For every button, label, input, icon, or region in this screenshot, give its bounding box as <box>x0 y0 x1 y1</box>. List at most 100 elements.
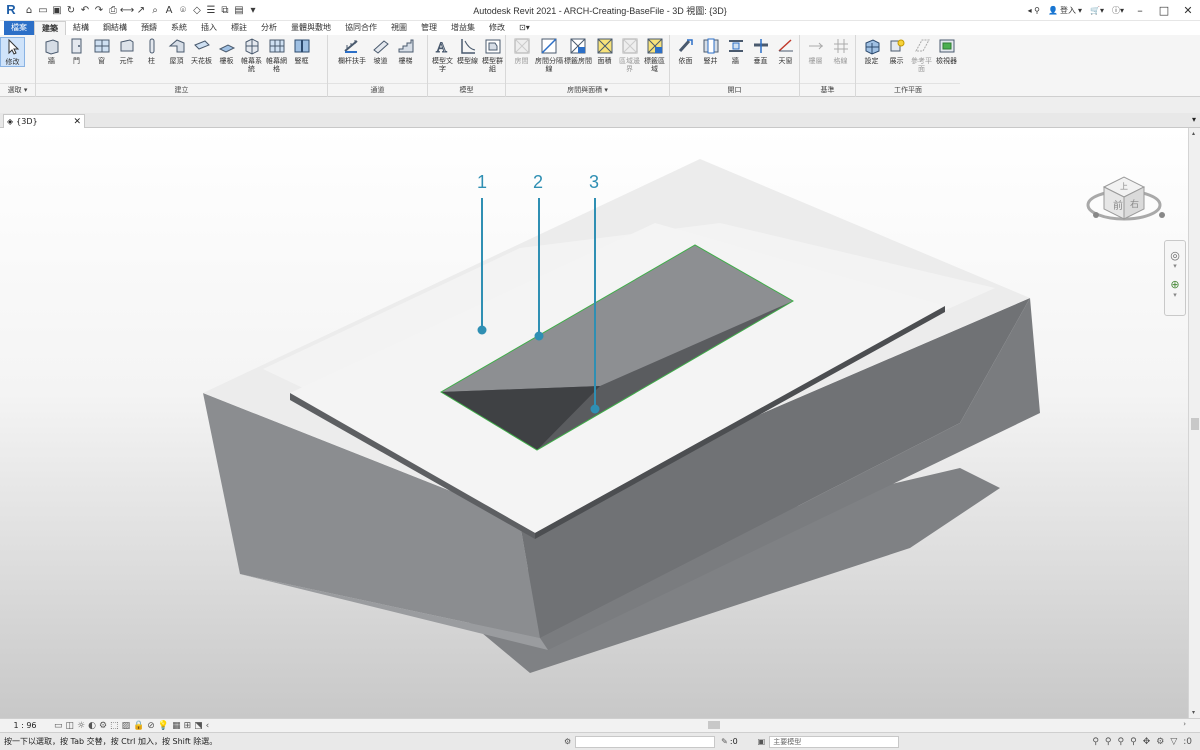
ref-plane-button[interactable]: 參考平面 <box>909 37 934 73</box>
set-button[interactable]: 設定 <box>859 37 884 65</box>
tab-insert[interactable]: 插入 <box>194 21 224 35</box>
crop-view-icon[interactable]: ⬚ <box>110 721 119 731</box>
tab-architecture[interactable]: 建築 <box>34 21 66 35</box>
component-button[interactable]: 元件 <box>114 37 139 65</box>
ceiling-button[interactable]: 天花板 <box>189 37 214 65</box>
drag-elements-icon[interactable]: ✥ <box>1143 737 1151 747</box>
vertical-scroll-thumb[interactable] <box>1191 418 1199 430</box>
worksets-icon[interactable]: ⚙ <box>564 737 571 746</box>
cart-icon[interactable]: 🛒▾ <box>1090 6 1104 15</box>
tab-list-icon[interactable]: ▾ <box>1192 115 1196 124</box>
close-button[interactable]: ✕ <box>1176 0 1200 21</box>
ramp-button[interactable]: 坡道 <box>368 37 393 65</box>
redo-icon[interactable]: ↷ <box>93 4 105 16</box>
temp-hide-icon[interactable]: ⊘ <box>147 721 155 731</box>
ribbon-minimize-toggle[interactable]: ⊡▾ <box>512 21 537 35</box>
section-icon[interactable]: ◇ <box>191 4 203 16</box>
measure-icon[interactable]: ⟷ <box>120 4 134 16</box>
close-tab-icon[interactable]: ✕ <box>73 117 81 127</box>
background-processes-icon[interactable]: ⚙ <box>1156 737 1164 747</box>
detail-level-icon[interactable]: ▭ <box>54 721 63 731</box>
tab-massing-site[interactable]: 量體與敷地 <box>284 21 338 35</box>
scroll-right-icon[interactable]: › <box>1183 720 1186 728</box>
room-button[interactable]: 房間 <box>509 37 534 65</box>
save-icon[interactable]: ▣ <box>51 4 63 16</box>
tab-analyze[interactable]: 分析 <box>254 21 284 35</box>
model-text-button[interactable]: A 模型文字 <box>430 37 455 74</box>
tab-systems[interactable]: 系統 <box>164 21 194 35</box>
search-icon[interactable]: ◂ ⚲ <box>1028 6 1040 15</box>
floor-button[interactable]: 樓板 <box>214 37 239 65</box>
maximize-button[interactable]: □ <box>1152 0 1176 21</box>
door-button[interactable]: 門 <box>64 37 89 65</box>
minimize-button[interactable]: – <box>1128 0 1152 21</box>
select-by-face-icon[interactable]: ⚲ <box>1130 737 1137 747</box>
dormer-button[interactable]: 天窗 <box>773 37 798 65</box>
visual-style-icon[interactable]: ◫ <box>66 721 75 731</box>
vertical-scrollbar[interactable]: ▴ ▾ <box>1188 128 1200 718</box>
viewer-button[interactable]: 檢視器 <box>934 37 959 65</box>
home-icon[interactable]: ⌂ <box>23 4 35 16</box>
editable-only-icon[interactable]: ✎ <box>721 737 728 746</box>
by-face-button[interactable]: 依面 <box>673 37 698 65</box>
rendering-icon[interactable]: ⚙ <box>99 721 107 731</box>
scroll-down-icon[interactable]: ▾ <box>1192 709 1195 716</box>
wall-button[interactable]: 牆 <box>39 37 64 65</box>
tab-file[interactable]: 檔案 <box>4 21 34 35</box>
thin-lines-icon[interactable]: ☰ <box>205 4 217 16</box>
roof-button[interactable]: 屋頂 <box>164 37 189 65</box>
grid-button[interactable]: 格線 <box>828 37 853 65</box>
temp-view-props-icon[interactable]: ▦ <box>172 721 181 731</box>
customize-icon[interactable]: ▾ <box>247 4 259 16</box>
panel-select-title[interactable]: 選取 ▾ <box>0 83 35 95</box>
tab-modify[interactable]: 修改 <box>482 21 512 35</box>
level-button[interactable]: 樓層 <box>803 37 828 65</box>
zoom-chevron-icon[interactable]: ▾ <box>1165 291 1185 299</box>
tab-view[interactable]: 視圖 <box>384 21 414 35</box>
railing-button[interactable]: 欄杆扶手 <box>336 37 368 65</box>
horizontal-scrollbar[interactable]: › <box>258 720 1188 730</box>
3d-view-icon[interactable]: ⌾ <box>177 4 189 16</box>
show-button[interactable]: 展示 <box>884 37 909 65</box>
tab-addins[interactable]: 增益集 <box>444 21 482 35</box>
close-hidden-icon[interactable]: ⧉ <box>219 4 231 16</box>
shadows-icon[interactable]: ◐ <box>88 721 96 731</box>
print-icon[interactable]: ⎙ <box>107 4 119 16</box>
stair-button[interactable]: 樓梯 <box>393 37 418 65</box>
select-underlay-icon[interactable]: ⚲ <box>1105 737 1112 747</box>
revit-logo-icon[interactable]: R <box>4 3 18 17</box>
scroll-up-icon[interactable]: ▴ <box>1192 130 1195 137</box>
help-icon[interactable]: ⓘ▾ <box>1112 5 1124 16</box>
vertical-button[interactable]: 垂直 <box>748 37 773 65</box>
tab-collaborate[interactable]: 協同合作 <box>338 21 384 35</box>
dimension-icon[interactable]: ↗ <box>135 4 147 16</box>
viewcube-icon[interactable]: 前 右 上 <box>1086 159 1172 229</box>
lock-view-icon[interactable]: 🔒 <box>133 721 144 731</box>
tab-precast[interactable]: 預鑄 <box>134 21 164 35</box>
sun-path-icon[interactable]: ☼ <box>77 721 85 731</box>
zoom-icon[interactable]: ⊕ <box>1165 278 1185 291</box>
panel-room-area-title[interactable]: 房間與面積 ▾ <box>506 83 669 95</box>
worksharing-display-icon[interactable]: ⊞ <box>184 721 192 731</box>
design-options-icon[interactable]: ▣ <box>758 737 766 746</box>
show-crop-icon[interactable]: ▨ <box>122 721 131 731</box>
analytical-model-icon[interactable]: ⬔ <box>194 721 203 731</box>
design-option-dropdown[interactable]: 主要模型 <box>769 735 900 748</box>
tab-annotate[interactable]: 標註 <box>224 21 254 35</box>
tag-icon[interactable]: ⌕ <box>149 4 161 16</box>
reveal-hidden-icon[interactable]: 💡 <box>158 721 169 731</box>
3d-viewport[interactable]: 1 2 3 <box>0 128 1188 718</box>
room-separator-button[interactable]: 房間分隔線 <box>534 37 564 73</box>
mullion-button[interactable]: 豎框 <box>289 37 314 65</box>
tag-area-button[interactable]: 標籤區域 <box>642 37 667 73</box>
model-canvas[interactable]: 1 2 3 <box>0 128 1188 718</box>
area-boundary-button[interactable]: 區域邊界 <box>617 37 642 73</box>
select-pinned-icon[interactable]: ⚲ <box>1118 737 1125 747</box>
steering-wheel-chevron-icon[interactable]: ▾ <box>1165 262 1185 270</box>
column-button[interactable]: 柱 <box>139 37 164 65</box>
steering-wheel-icon[interactable]: ◎ <box>1165 249 1185 262</box>
sync-icon[interactable]: ↻ <box>65 4 77 16</box>
view-scale[interactable]: 1 : 96 <box>0 721 50 730</box>
document-tab-3d[interactable]: ◈ {3D} ✕ <box>3 114 85 128</box>
filter-icon[interactable]: ▽ <box>1170 737 1177 747</box>
